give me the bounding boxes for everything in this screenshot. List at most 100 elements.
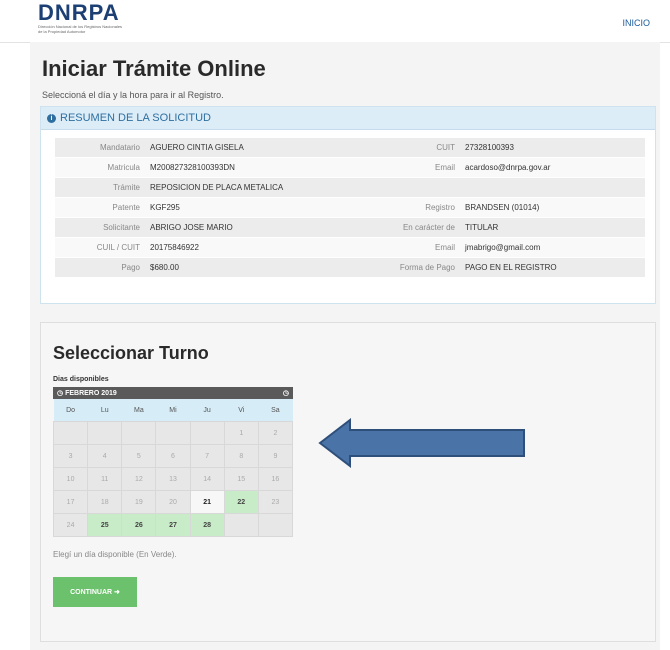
arrow-right-icon: ➜ — [114, 589, 120, 596]
summary-value: M200827328100393DN — [145, 157, 355, 178]
calendar-day: 14 — [189, 467, 225, 491]
main-content: Iniciar Trámite Online Seleccioná el día… — [30, 42, 660, 650]
calendar-empty-cell — [155, 421, 191, 445]
summary-label: CUIL / CUIT — [55, 237, 145, 258]
calendar-month: FEBRERO 2019 — [65, 390, 117, 397]
calendar-day: 9 — [257, 444, 294, 468]
calendar-day-available[interactable]: 22 — [223, 490, 259, 514]
weekday-header: Vi — [224, 399, 259, 422]
summary-value-2: acardoso@dnrpa.gov.ar — [460, 157, 645, 178]
calendar-day: 15 — [223, 467, 259, 491]
calendar-day: 10 — [52, 467, 89, 491]
summary-value-2 — [460, 177, 645, 198]
calendar: ◷ FEBRERO 2019 ◷ Do Lu Ma Mi Ju Vi Sa 12345678… — [52, 387, 294, 537]
calendar-day: 11 — [87, 467, 123, 491]
calendar-day: 20 — [155, 490, 191, 514]
dnrpa-logo[interactable]: DNRPA Dirección Nacional de los Registro… — [38, 0, 124, 35]
calendar-day-available[interactable]: 28 — [189, 513, 225, 537]
calendar-empty-cell — [189, 421, 225, 445]
calendar-empty-cell — [121, 421, 157, 445]
calendar-grid: Do Lu Ma Mi Ju Vi Sa 1 2 3 4 5 6 7 8 9 10 11 12 13 14 15 16 17… — [52, 399, 294, 537]
calendar-day: 17 — [52, 490, 89, 514]
summary-row: Patente KGF295 Registro BRANDSEN (01014) — [55, 197, 645, 218]
calendar-day: 19 — [121, 490, 157, 514]
summary-value-2: BRANDSEN (01014) — [460, 197, 645, 218]
nav-inicio-link[interactable]: INICIO — [622, 18, 650, 28]
calendar-clock-icon[interactable]: ◷ — [283, 389, 289, 397]
summary-value: REPOSICION DE PLACA METALICA — [145, 177, 355, 198]
calendar-day: 4 — [87, 444, 123, 468]
weekday-header: Sa — [258, 399, 293, 422]
summary-label: Patente — [55, 197, 145, 218]
summary-panel: i RESUMEN DE LA SOLICITUD Mandatario AGUE… — [40, 106, 656, 304]
calendar-day: 16 — [257, 467, 294, 491]
summary-heading: i RESUMEN DE LA SOLICITUD — [41, 107, 655, 130]
weekday-header: Lu — [87, 399, 122, 422]
summary-value-2: 27328100393 — [460, 138, 645, 158]
weekday-header: Mi — [155, 399, 191, 422]
calendar-day-available[interactable]: 27 — [155, 513, 191, 537]
summary-heading-label: RESUMEN DE LA SOLICITUD — [60, 112, 211, 124]
summary-row: Matricula M200827328100393DN Email acardoso… — [55, 157, 645, 178]
calendar-hint: Elegí un día disponible (En Verde). — [53, 550, 177, 559]
summary-label-2: Email — [355, 157, 460, 178]
calendar-day-available[interactable]: 25 — [87, 513, 123, 537]
summary-row: Trámite REPOSICION DE PLACA METALICA — [55, 177, 645, 198]
continuar-button[interactable]: CONTINUAR ➜ — [53, 577, 137, 607]
summary-table: Mandatario AGUERO CINTIA GISELA CUIT 273281… — [55, 138, 645, 278]
top-bar: DNRPA Dirección Nacional de los Registro… — [0, 0, 670, 43]
calendar-week: 17 18 19 20 21 22 23 — [52, 490, 294, 514]
calendar-week: 3456789 — [52, 444, 294, 468]
logo-subtitle: Dirección Nacional de los Registros Naci… — [38, 24, 123, 34]
calendar-day: 3 — [52, 444, 89, 468]
summary-label-2: Forma de Pago — [355, 257, 460, 278]
summary-row: Mandatario AGUERO CINTIA GISELA CUIT 273281… — [55, 138, 645, 158]
calendar-day-today: 21 — [189, 490, 225, 514]
calendar-week: 24 25 26 27 28 — [52, 513, 294, 537]
calendar-empty-cell — [52, 421, 89, 445]
calendar-day: 8 — [223, 444, 259, 468]
page-title: Iniciar Trámite Online — [42, 56, 266, 81]
summary-label: Pago — [55, 257, 145, 278]
calendar-day: 13 — [155, 467, 191, 491]
summary-label-2: En carácter de — [355, 217, 460, 238]
annotation-arrow — [318, 418, 525, 468]
summary-value: $680.00 — [145, 257, 355, 278]
calendar-day: 5 — [121, 444, 157, 468]
calendar-empty-cell — [87, 421, 123, 445]
page-subtitle: Seleccioná el día y la hora para ir al R… — [42, 90, 224, 100]
summary-label-2: CUIT — [355, 138, 460, 158]
calendar-week: 10 11 12 13 14 15 16 — [52, 467, 294, 491]
calendar-week: 12 — [52, 421, 294, 445]
calendar-day: 24 — [52, 513, 89, 537]
calendar-day: 6 — [155, 444, 191, 468]
continuar-label: CONTINUAR — [70, 589, 113, 596]
summary-value-2: jmabrigo@gmail.com — [460, 237, 645, 258]
calendar-day: 18 — [87, 490, 123, 514]
summary-label-2 — [355, 177, 460, 198]
summary-label: Trámite — [55, 177, 145, 198]
summary-value-2: PAGO EN EL REGISTRO — [460, 257, 645, 278]
calendar-day: 1 — [223, 421, 259, 445]
logo-text: DNRPA — [38, 0, 120, 25]
calendar-day: 7 — [189, 444, 225, 468]
summary-label-2: Email — [355, 237, 460, 258]
weekday-header: Ju — [190, 399, 225, 422]
calendar-header: ◷ FEBRERO 2019 ◷ — [53, 387, 293, 399]
summary-label: Mandatario — [55, 138, 145, 158]
summary-value: ABRIGO JOSE MARIO — [145, 217, 355, 238]
weekday-header: Ma — [121, 399, 156, 422]
summary-label: Matricula — [55, 157, 145, 178]
summary-label-2: Registro — [355, 197, 460, 218]
calendar-day-available[interactable]: 26 — [121, 513, 157, 537]
calendar-day: 23 — [257, 490, 294, 514]
calendar-month-wrap: ◷ FEBRERO 2019 — [57, 389, 117, 397]
summary-value-2: TITULAR — [460, 217, 645, 238]
calendar-day: 12 — [121, 467, 157, 491]
summary-row: Pago $680.00 Forma de Pago PAGO EN EL REGIS… — [55, 257, 645, 278]
dias-disponibles-label: Dias disponibles — [53, 376, 109, 383]
clock-icon: ◷ — [57, 390, 64, 397]
calendar-empty-cell — [223, 513, 259, 537]
summary-row: CUIL / CUIT 20175846922 Email jmabrigo@gmai… — [55, 237, 645, 258]
calendar-empty-cell — [257, 513, 294, 537]
